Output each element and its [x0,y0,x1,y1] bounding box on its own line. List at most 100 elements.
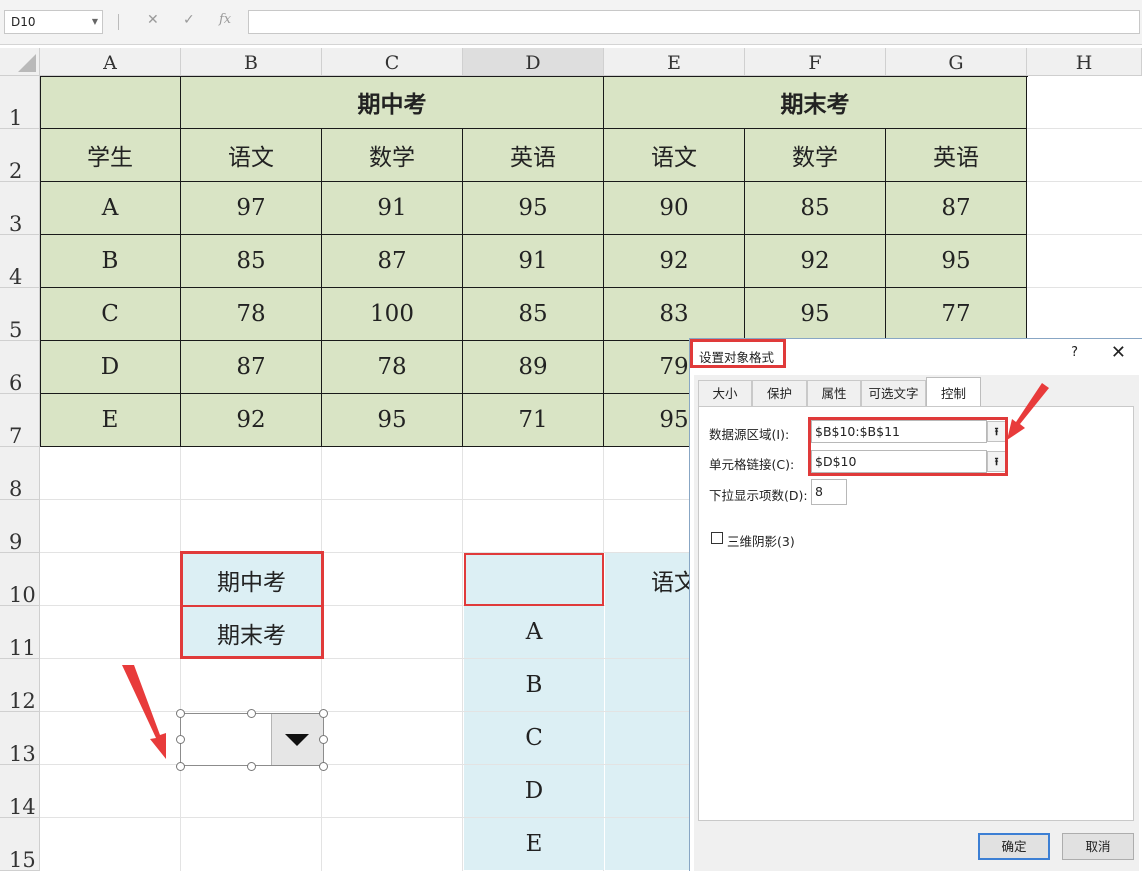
option-cell-B11[interactable]: 期末考 [181,606,322,659]
table-cell-B4[interactable]: 85 [181,235,322,288]
table-cell-B5[interactable]: 78 [181,288,322,341]
resize-handle-r[interactable] [319,735,328,744]
resize-handle-bl[interactable] [176,762,185,771]
table-cell-C7[interactable]: 95 [322,394,463,447]
table-cell-F5[interactable]: 95 [745,288,886,341]
combo-dropdown-button[interactable] [271,714,323,765]
dropdown-lines-field[interactable]: 8 [811,479,847,505]
cancel-button[interactable]: 取消 [1062,833,1134,860]
merged-header-final[interactable]: 期末考 [604,76,1027,129]
row-header-9[interactable]: 9 [0,500,40,554]
row-header-13[interactable]: 13 [0,712,40,766]
column-header-E[interactable]: E [604,48,745,76]
column-header-F[interactable]: F [745,48,886,76]
resize-handle-t[interactable] [247,709,256,718]
name-box[interactable]: D10 ▼ [4,10,103,34]
chevron-down-icon[interactable]: ▼ [92,11,98,33]
cell-link-field[interactable]: $D$10 [811,450,987,473]
option-cell-B10[interactable]: 期中考 [181,553,322,606]
column-header-C[interactable]: C [322,48,463,76]
table-cell-F3[interactable]: 85 [745,182,886,235]
input-range-field[interactable]: $B$10:$B$11 [811,420,987,443]
row-header-4[interactable]: 4 [0,235,40,289]
tab-protection[interactable]: 保护 [752,380,807,406]
subject-header-D[interactable]: 英语 [463,129,604,182]
table-cell-B3[interactable]: 97 [181,182,322,235]
lookup-student-D11[interactable]: A [464,606,604,658]
select-all-corner[interactable] [0,48,40,76]
subject-header-E[interactable]: 语文 [604,129,745,182]
column-header-D[interactable]: D [463,48,604,76]
tab-control[interactable]: 控制 [926,377,981,407]
table-cell-C3[interactable]: 91 [322,182,463,235]
subject-header-B[interactable]: 语文 [181,129,322,182]
table-cell-B7[interactable]: 92 [181,394,322,447]
3d-shading-checkbox[interactable] [711,532,723,544]
table-cell-G3[interactable]: 87 [886,182,1027,235]
lookup-student-D13[interactable]: C [464,712,604,764]
row-header-1[interactable]: 1 [0,76,40,130]
table-cell-A7[interactable]: E [40,394,181,447]
cell-A1[interactable] [40,76,181,129]
combo-box-control[interactable] [180,713,324,766]
lookup-student-D12[interactable]: B [464,659,604,711]
row-header-5[interactable]: 5 [0,288,40,342]
row-header-15[interactable]: 15 [0,818,40,871]
subject-header-A[interactable]: 学生 [40,129,181,182]
table-cell-A6[interactable]: D [40,341,181,394]
row-header-14[interactable]: 14 [0,765,40,819]
table-cell-A4[interactable]: B [40,235,181,288]
subject-header-C[interactable]: 数学 [322,129,463,182]
table-cell-C4[interactable]: 87 [322,235,463,288]
subject-header-G[interactable]: 英语 [886,129,1027,182]
table-cell-D4[interactable]: 91 [463,235,604,288]
resize-handle-br[interactable] [319,762,328,771]
table-cell-G5[interactable]: 77 [886,288,1027,341]
linked-cell-D10[interactable] [464,553,604,606]
column-header-A[interactable]: A [40,48,181,76]
tab-properties[interactable]: 属性 [807,380,861,406]
row-header-11[interactable]: 11 [0,606,40,660]
resize-handle-tr[interactable] [319,709,328,718]
formula-input[interactable] [248,10,1140,34]
tab-size[interactable]: 大小 [698,380,752,406]
collapse-range-icon[interactable]: ⭱ [987,421,1006,442]
table-cell-B6[interactable]: 87 [181,341,322,394]
table-cell-G4[interactable]: 95 [886,235,1027,288]
column-header-B[interactable]: B [181,48,322,76]
enter-icon[interactable]: ✓ [183,12,195,28]
table-cell-A5[interactable]: C [40,288,181,341]
row-header-7[interactable]: 7 [0,394,40,448]
tab-alt-text[interactable]: 可选文字 [861,380,926,406]
column-header-H[interactable]: H [1027,48,1142,76]
resize-handle-b[interactable] [247,762,256,771]
table-cell-F4[interactable]: 92 [745,235,886,288]
resize-handle-tl[interactable] [176,709,185,718]
merged-header-midterm[interactable]: 期中考 [181,76,604,129]
table-cell-C6[interactable]: 78 [322,341,463,394]
table-cell-D6[interactable]: 89 [463,341,604,394]
table-cell-E5[interactable]: 83 [604,288,745,341]
table-cell-D7[interactable]: 71 [463,394,604,447]
table-cell-E3[interactable]: 90 [604,182,745,235]
collapse-link-icon[interactable]: ⭱ [987,451,1006,472]
table-cell-D5[interactable]: 85 [463,288,604,341]
table-cell-E4[interactable]: 92 [604,235,745,288]
ok-button[interactable]: 确定 [978,833,1050,860]
resize-handle-l[interactable] [176,735,185,744]
column-header-G[interactable]: G [886,48,1027,76]
table-cell-D3[interactable]: 95 [463,182,604,235]
table-cell-A3[interactable]: A [40,182,181,235]
lookup-student-D14[interactable]: D [464,765,604,817]
help-icon[interactable]: ? [1071,345,1078,360]
row-header-10[interactable]: 10 [0,553,40,607]
cancel-icon[interactable]: ✕ [147,12,159,28]
row-header-3[interactable]: 3 [0,182,40,236]
row-header-8[interactable]: 8 [0,447,40,501]
lookup-student-D15[interactable]: E [464,818,604,870]
row-header-12[interactable]: 12 [0,659,40,713]
close-icon[interactable]: ✕ [1111,342,1126,363]
row-header-6[interactable]: 6 [0,341,40,395]
subject-header-F[interactable]: 数学 [745,129,886,182]
insert-function-icon[interactable]: fx [219,12,231,27]
